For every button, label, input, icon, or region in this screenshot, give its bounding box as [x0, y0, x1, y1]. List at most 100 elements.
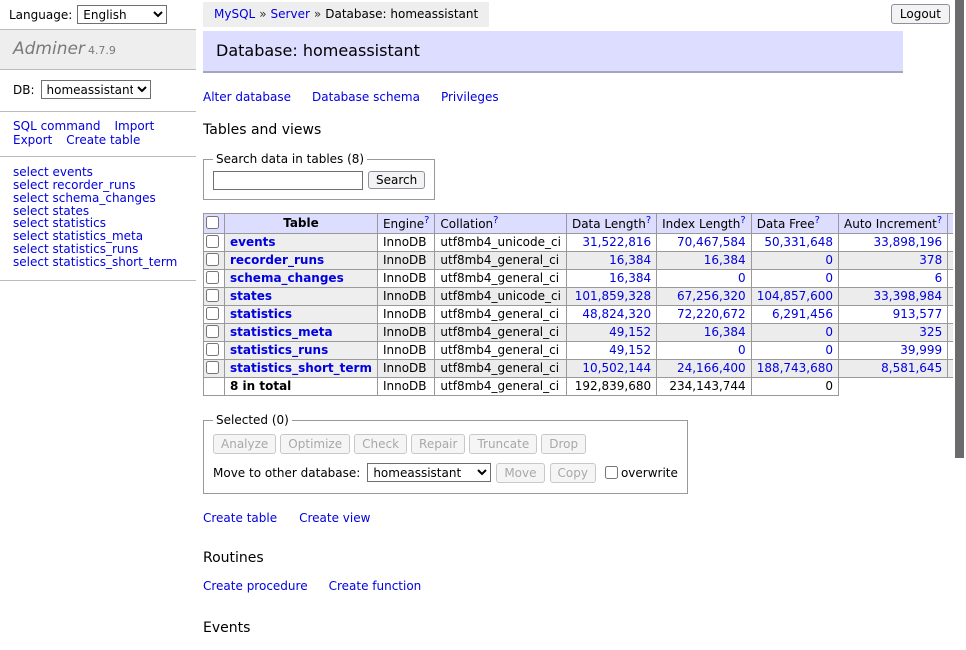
data-free-link[interactable]: 0 [825, 325, 833, 339]
auto-increment-link[interactable]: 6 [935, 271, 943, 285]
auto-increment-link[interactable]: 8,581,645 [881, 361, 942, 375]
move-button[interactable]: Move [496, 463, 544, 483]
table-row: statistics_runsInnoDButf8mb4_general_ci4… [204, 341, 966, 359]
row-select-checkbox[interactable] [206, 289, 219, 302]
row-select-checkbox[interactable] [206, 343, 219, 356]
data-length-help-icon[interactable]: ? [646, 215, 651, 226]
column-header-data-length: Data Length? [566, 213, 656, 233]
engine-help-icon[interactable]: ? [424, 215, 429, 226]
data-free-link[interactable]: 0 [825, 253, 833, 267]
auto-increment-link[interactable]: 39,999 [900, 343, 942, 357]
language-select[interactable]: English [77, 5, 167, 24]
row-select-checkbox[interactable] [206, 253, 219, 266]
row-select-checkbox[interactable] [206, 361, 219, 374]
table-name-link[interactable]: recorder_runs [230, 253, 324, 267]
auto-increment-link[interactable]: 33,398,984 [873, 289, 942, 303]
sidebar-select-link[interactable]: select statistics_short_term [13, 256, 183, 269]
tables-tbody: eventsInnoDButf8mb4_unicode_ci31,522,816… [204, 233, 966, 377]
sidebar-link-export[interactable]: Export [13, 133, 52, 147]
row-select-checkbox[interactable] [206, 235, 219, 248]
auto-increment-help-icon[interactable]: ? [937, 215, 942, 226]
create-function-link[interactable]: Create function [329, 579, 422, 593]
repair-button[interactable]: Repair [411, 434, 465, 454]
index-length-help-icon[interactable]: ? [740, 215, 745, 226]
data-length-link[interactable]: 49,152 [609, 325, 651, 339]
data-length-link[interactable]: 16,384 [609, 253, 651, 267]
sidebar-link-create-table[interactable]: Create table [66, 133, 140, 147]
data-length-link[interactable]: 48,824,320 [582, 307, 651, 321]
table-name-link[interactable]: statistics_meta [230, 325, 333, 339]
breadcrumb-mysql-link[interactable]: MySQL [214, 7, 255, 21]
row-select-checkbox[interactable] [206, 271, 219, 284]
data-length-link[interactable]: 31,522,816 [582, 235, 651, 249]
collation-cell: utf8mb4_general_ci [435, 305, 567, 323]
table-name-link[interactable]: states [230, 289, 272, 303]
data-free-link[interactable]: 6,291,456 [772, 307, 833, 321]
index-length-link[interactable]: 24,166,400 [677, 361, 746, 375]
alter-database-link[interactable]: Alter database [203, 90, 291, 104]
search-button[interactable]: Search [368, 171, 425, 189]
index-length-link[interactable]: 70,467,584 [677, 235, 746, 249]
table-name-link[interactable]: events [230, 235, 276, 249]
collation-help-icon[interactable]: ? [493, 215, 498, 226]
data-free-help-icon[interactable]: ? [815, 215, 820, 226]
copy-button[interactable]: Copy [550, 463, 596, 483]
table-name-link[interactable]: statistics_short_term [230, 361, 372, 375]
data-length-link[interactable]: 10,502,144 [582, 361, 651, 375]
index-length-link[interactable]: 72,220,672 [677, 307, 746, 321]
breadcrumb-server-link[interactable]: Server [271, 7, 310, 21]
table-name-link[interactable]: statistics_runs [230, 343, 328, 357]
vertical-scrollbar[interactable] [953, 0, 966, 543]
check-button[interactable]: Check [354, 434, 407, 454]
logout-button[interactable]: Logout [891, 4, 950, 24]
overwrite-checkbox[interactable] [605, 466, 618, 479]
index-length-cell: 0 [657, 269, 752, 287]
create-procedure-link[interactable]: Create procedure [203, 579, 308, 593]
table-row: statisticsInnoDButf8mb4_general_ci48,824… [204, 305, 966, 323]
data-length-link[interactable]: 16,384 [609, 271, 651, 285]
index-length-link[interactable]: 0 [738, 343, 746, 357]
auto-increment-link[interactable]: 378 [919, 253, 942, 267]
selected-buttons-row: AnalyzeOptimizeCheckRepairTruncateDrop [213, 434, 678, 454]
row-select-checkbox[interactable] [206, 307, 219, 320]
create-table-link[interactable]: Create table [203, 511, 277, 525]
data-length-link[interactable]: 101,859,328 [575, 289, 651, 303]
truncate-button[interactable]: Truncate [469, 434, 537, 454]
optimize-button[interactable]: Optimize [280, 434, 350, 454]
move-database-select[interactable]: homeassistant [367, 463, 491, 482]
row-select-checkbox[interactable] [206, 325, 219, 338]
sidebar-select-link[interactable]: select statistics_runs [13, 243, 183, 256]
table-name-link[interactable]: statistics [230, 307, 292, 321]
sidebar-select-link[interactable]: select recorder_runs [13, 179, 183, 192]
data-free-link[interactable]: 188,743,680 [757, 361, 833, 375]
data-length-link[interactable]: 49,152 [609, 343, 651, 357]
privileges-link[interactable]: Privileges [441, 90, 499, 104]
analyze-button[interactable]: Analyze [213, 434, 276, 454]
sidebar-select-link[interactable]: select schema_changes [13, 192, 183, 205]
select-all-checkbox[interactable] [206, 216, 219, 229]
search-input[interactable] [213, 171, 363, 190]
auto-increment-cell: 39,999 [839, 341, 948, 359]
auto-increment-link[interactable]: 913,577 [893, 307, 943, 321]
data-free-link[interactable]: 104,857,600 [757, 289, 833, 303]
index-length-link[interactable]: 16,384 [704, 325, 746, 339]
scrollbar-thumb[interactable] [955, 0, 964, 458]
index-length-link[interactable]: 67,256,320 [677, 289, 746, 303]
create-view-link[interactable]: Create view [299, 511, 370, 525]
sidebar-link-sql-command[interactable]: SQL command [13, 119, 100, 133]
database-schema-link[interactable]: Database schema [312, 90, 420, 104]
table-name-cell: schema_changes [225, 269, 378, 287]
table-total-row: 8 in total InnoDB utf8mb4_general_ci 192… [204, 377, 966, 395]
sidebar-link-import[interactable]: Import [114, 119, 154, 133]
data-free-link[interactable]: 0 [825, 271, 833, 285]
db-select[interactable]: homeassistant [41, 80, 151, 99]
index-length-link[interactable]: 16,384 [704, 253, 746, 267]
auto-increment-link[interactable]: 325 [919, 325, 942, 339]
row-checkbox-cell [204, 251, 225, 269]
data-free-link[interactable]: 0 [825, 343, 833, 357]
table-name-link[interactable]: schema_changes [230, 271, 344, 285]
auto-increment-link[interactable]: 33,898,196 [873, 235, 942, 249]
index-length-link[interactable]: 0 [738, 271, 746, 285]
drop-button[interactable]: Drop [541, 434, 586, 454]
data-free-link[interactable]: 50,331,648 [764, 235, 833, 249]
